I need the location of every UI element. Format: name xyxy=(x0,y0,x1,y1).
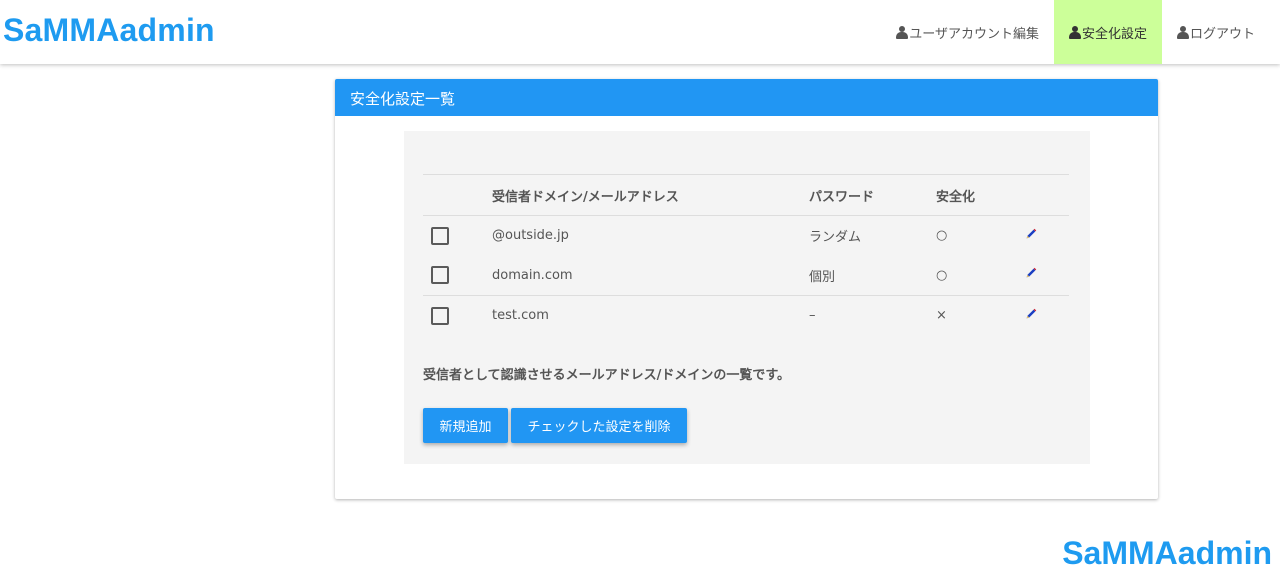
cell-password: ランダム xyxy=(809,230,862,246)
cell-address: @outside.jp xyxy=(492,228,569,244)
nav-label: ログアウト xyxy=(1189,26,1255,42)
card-title: 安全化設定一覧 xyxy=(335,79,1158,116)
row-checkbox[interactable] xyxy=(431,306,449,325)
nav-security-settings[interactable]: 安全化設定 xyxy=(1053,0,1162,64)
cell-address: test.com xyxy=(492,308,549,324)
pencil-icon[interactable] xyxy=(1024,307,1038,321)
add-new-button[interactable]: 新規追加 xyxy=(423,408,508,443)
cell-password: – xyxy=(809,308,816,324)
pencil-icon[interactable] xyxy=(1024,266,1038,280)
user-icon xyxy=(1176,25,1189,39)
brand-logo[interactable]: SaMMAadmin xyxy=(3,12,215,49)
table-description: 受信者として認識させるメールアドレス/ドメインの一覧です。 xyxy=(423,368,791,383)
row-checkbox[interactable] xyxy=(431,226,449,245)
top-navbar: SaMMAadmin ユーザアカウント編集 安全化設定 ログアウト xyxy=(0,0,1280,64)
nav-label: 安全化設定 xyxy=(1081,26,1147,42)
nav-menu: ユーザアカウント編集 安全化設定 ログアウト xyxy=(881,0,1270,64)
delete-checked-button[interactable]: チェックした設定を削除 xyxy=(511,408,687,443)
cell-secure: ○ xyxy=(936,255,1024,296)
pencil-icon[interactable] xyxy=(1024,227,1038,241)
table-row: test.com – × xyxy=(423,296,1069,336)
table-row: @outside.jp ランダム ○ xyxy=(423,216,1069,256)
cell-password: 個別 xyxy=(809,255,936,296)
column-header-password: パスワード xyxy=(809,174,936,216)
nav-label: ユーザアカウント編集 xyxy=(909,26,1039,42)
cell-secure: ○ xyxy=(936,228,948,244)
row-checkbox[interactable] xyxy=(431,266,449,285)
settings-panel: 受信者ドメイン/メールアドレス パスワード 安全化 @outside.jp ラン… xyxy=(404,131,1090,464)
column-header-secure: 安全化 xyxy=(936,174,1024,216)
cell-address: domain.com xyxy=(492,255,809,296)
column-header-edit xyxy=(1024,174,1069,216)
table-row: domain.com 個別 ○ xyxy=(423,255,1069,296)
user-icon xyxy=(896,25,909,39)
nav-user-account-edit[interactable]: ユーザアカウント編集 xyxy=(881,0,1054,64)
table-header-row: 受信者ドメイン/メールアドレス パスワード 安全化 xyxy=(423,174,1069,216)
settings-card: 安全化設定一覧 受信者ドメイン/メールアドレス パスワード 安全化 @outsi… xyxy=(335,79,1158,499)
user-icon xyxy=(1068,25,1081,39)
footer-brand-logo: SaMMAadmin xyxy=(1062,535,1272,571)
nav-logout[interactable]: ログアウト xyxy=(1162,0,1270,64)
settings-table: 受信者ドメイン/メールアドレス パスワード 安全化 @outside.jp ラン… xyxy=(423,174,1069,336)
column-header-select xyxy=(423,174,492,216)
column-header-address: 受信者ドメイン/メールアドレス xyxy=(492,174,809,216)
cell-secure: × xyxy=(936,308,947,324)
